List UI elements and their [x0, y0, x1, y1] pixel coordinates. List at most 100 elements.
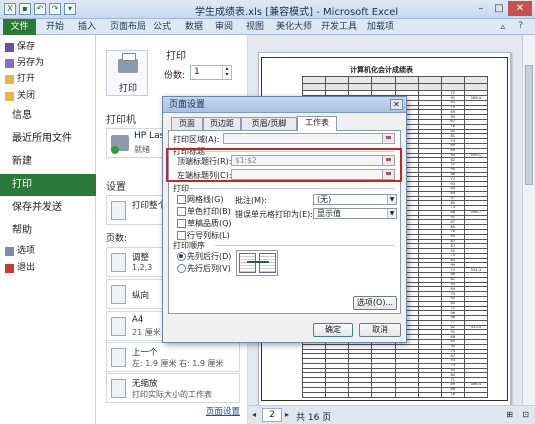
cancel-button[interactable]: 取消	[359, 323, 401, 337]
nav-close[interactable]: 关闭	[0, 88, 96, 104]
draft-quality-checkbox[interactable]: 草稿品质(Q)	[177, 218, 232, 229]
tab-page[interactable]: 页面	[171, 117, 203, 130]
page-order-preview	[236, 250, 278, 276]
next-page-icon[interactable]: ▸	[285, 410, 289, 419]
scaling-label: 无缩放	[132, 379, 158, 389]
nav-open[interactable]: 打开	[0, 71, 96, 87]
tab-page-layout[interactable]: 页面布局	[110, 19, 146, 35]
table-cell	[417, 75, 442, 85]
table-cell	[301, 75, 327, 85]
table-row: 76	[301, 391, 489, 399]
tab-margins[interactable]: 页边距	[203, 117, 241, 130]
help-icon[interactable]: ?	[518, 21, 523, 31]
zoom-icon[interactable]: ⊞	[506, 410, 513, 419]
vertical-scrollbar[interactable]	[522, 35, 535, 405]
nav-options[interactable]: 选项	[0, 243, 96, 259]
undo-icon[interactable]: ↶	[34, 3, 46, 15]
tab-home[interactable]: 开始	[46, 19, 64, 35]
table-cell	[325, 391, 350, 399]
nav-help[interactable]: 帮助	[0, 220, 96, 242]
page-number-input[interactable]: 2	[262, 408, 282, 422]
scroll-thumb[interactable]	[525, 65, 533, 185]
table-cell	[417, 391, 442, 399]
nav-save[interactable]: 保存	[0, 39, 96, 55]
table-row	[301, 75, 489, 85]
tab-addins[interactable]: 加载项	[367, 19, 394, 35]
page-total: 共 16 页	[296, 413, 332, 423]
close-window-icon[interactable]: ✕	[508, 1, 532, 16]
collapse-dialog-icon[interactable]	[382, 134, 394, 143]
scaling-dropdown[interactable]: 无缩放 打印实际大小的工作表	[106, 373, 240, 403]
table-cell	[348, 75, 373, 85]
comments-value: (无)	[317, 195, 332, 204]
print-what-label: 打印整个	[132, 201, 167, 211]
table-cell	[394, 391, 419, 399]
table-cell	[440, 75, 465, 85]
tab-file[interactable]: 文件	[3, 19, 36, 35]
tab-beautify[interactable]: 美化大师	[276, 19, 312, 35]
copies-spinner[interactable]: ▴ ▾	[222, 66, 231, 79]
comments-label: 批注(M):	[235, 196, 267, 205]
options-button[interactable]: 选项(O)...	[353, 296, 397, 310]
chevron-down-icon: ▼	[387, 209, 396, 218]
copies-input[interactable]: 1 ▴ ▾	[190, 65, 232, 80]
comments-select[interactable]: (无) ▼	[313, 194, 397, 205]
tab-header-footer[interactable]: 页眉/页脚	[241, 117, 297, 130]
tab-formulas[interactable]: 公式	[153, 19, 171, 35]
dialog-close-icon[interactable]: ✕	[390, 99, 403, 110]
nav-save-send[interactable]: 保存并发送	[0, 197, 96, 219]
table-cell	[394, 83, 419, 92]
copies-value: 1	[194, 67, 200, 77]
tab-view[interactable]: 视图	[246, 19, 264, 35]
portrait-icon	[111, 285, 126, 304]
prev-page-icon[interactable]: ◂	[252, 410, 256, 419]
tab-data[interactable]: 数据	[185, 19, 203, 35]
paper-icon	[111, 317, 126, 336]
qat-dropdown-icon[interactable]: ▾	[64, 3, 76, 15]
print-group: 打印	[173, 184, 189, 193]
nav-print[interactable]: 打印	[0, 174, 96, 196]
gridlines-checkbox[interactable]: 网格线(G)	[177, 194, 223, 205]
tab-review[interactable]: 审阅	[215, 19, 233, 35]
close-file-icon	[5, 92, 14, 101]
nav-exit[interactable]: 退出	[0, 260, 96, 276]
nav-save-label: 保存	[17, 42, 36, 52]
margins-dropdown[interactable]: 上一个 左: 1.9 厘米 右: 1.9 厘米	[106, 342, 240, 372]
page-setup-link[interactable]: 页面设置	[206, 405, 240, 417]
page-order-sheet	[239, 253, 256, 273]
table-cell	[440, 83, 465, 92]
nav-close-label: 关闭	[17, 91, 36, 101]
nav-recent[interactable]: 最近所用文件	[0, 128, 96, 150]
show-margins-icon[interactable]: ⊡	[522, 410, 529, 419]
minimize-ribbon-icon[interactable]: ▵	[500, 22, 505, 32]
redo-icon[interactable]: ↷	[49, 3, 61, 15]
print-button[interactable]: 打印	[106, 50, 148, 96]
print-area-input[interactable]	[223, 133, 395, 144]
minimize-icon[interactable]: –	[472, 1, 490, 16]
table-cell: 76	[440, 391, 465, 399]
table-cell	[371, 391, 396, 399]
tab-developer[interactable]: 开发工具	[321, 19, 357, 35]
collate-label: 调整	[132, 253, 150, 263]
down-then-over-radio[interactable]: 先列后行(D)	[177, 251, 231, 262]
window-controls: – □ ✕	[472, 1, 532, 16]
nav-info[interactable]: 信息	[0, 105, 96, 127]
maximize-icon[interactable]: □	[490, 1, 508, 16]
print-area-label: 打印区域(A):	[173, 135, 220, 144]
nav-new[interactable]: 新建	[0, 151, 96, 173]
ok-button[interactable]: 确定	[313, 323, 353, 337]
tab-sheet[interactable]: 工作表	[297, 116, 337, 131]
over-then-down-radio[interactable]: 先行后列(V)	[177, 263, 231, 274]
errors-select[interactable]: 显示值 ▼	[313, 208, 397, 219]
chevron-down-icon: ▼	[387, 195, 396, 204]
tab-insert[interactable]: 插入	[78, 19, 96, 35]
save-icon[interactable]: ▪	[19, 3, 31, 15]
table-cell	[301, 83, 327, 92]
printer-section-title: 打印机	[106, 115, 136, 126]
nav-save-as[interactable]: 另存为	[0, 55, 96, 71]
title-bar: X ▪ ↶ ↷ ▾ 学生成绩表.xls [兼容模式] - Microsoft E…	[0, 0, 535, 19]
black-white-checkbox[interactable]: 单色打印(B)	[177, 206, 231, 217]
page-setup-dialog: 页面设置 ✕ 页面 页边距 页眉/页脚 工作表 打印区域(A): 打印标题 顶端…	[162, 96, 407, 343]
paper-sub: 21 厘米	[132, 328, 161, 337]
orientation-label: 纵向	[132, 291, 150, 301]
